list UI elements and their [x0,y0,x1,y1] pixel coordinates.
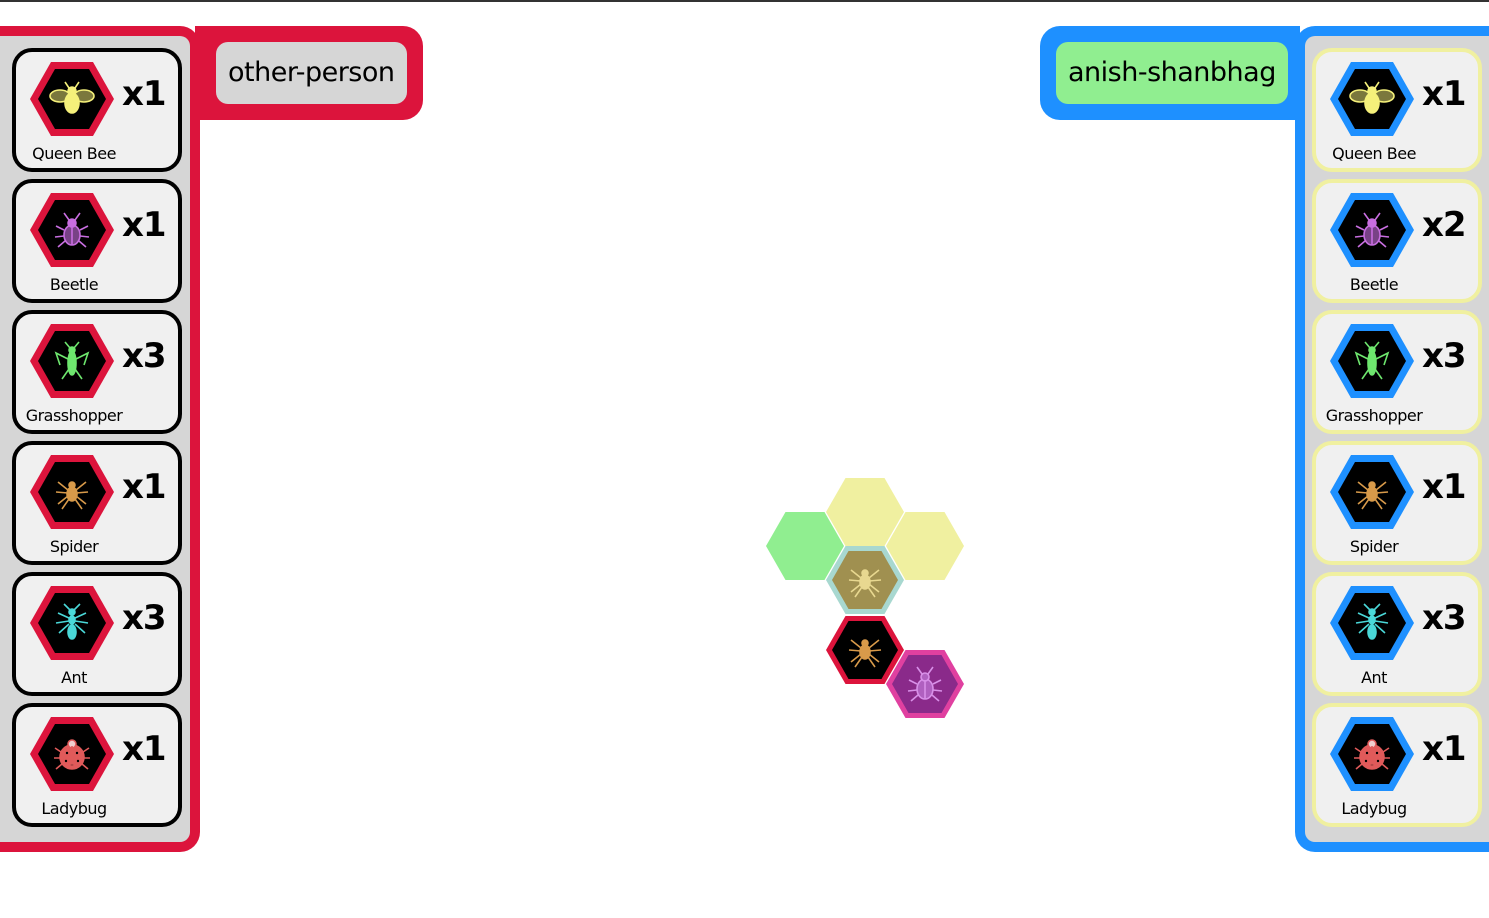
piece-count: x2 [1422,205,1467,245]
piece-card-spider[interactable]: x1 Spider [12,441,182,565]
spider-icon [832,621,898,679]
piece-hex [30,717,114,791]
beetle-icon [892,655,958,713]
piece-label: Ant [61,668,87,687]
top-divider [0,0,1489,2]
piece-card-ladybug[interactable]: x1 Ladybug [1312,703,1482,827]
beetle-icon [38,200,106,260]
player-name-tab-left: other-person [195,26,423,120]
piece-hex [1330,717,1414,791]
piece-card-grasshopper[interactable]: x3 Grasshopper [1312,310,1482,434]
piece-card-beetle[interactable]: x2 Beetle [1312,179,1482,303]
piece-card-ant[interactable]: x3 Ant [1312,572,1482,696]
spider-icon [38,462,106,522]
player-name-left: other-person [216,42,407,104]
ant-icon [38,593,106,653]
piece-label: Grasshopper [25,406,123,425]
piece-card-ant[interactable]: x3 Ant [12,572,182,696]
piece-label: Spider [49,537,99,556]
piece-card-spider[interactable]: x1 Spider [1312,441,1482,565]
piece-count: x1 [1422,467,1467,507]
piece-card-ladybug[interactable]: x1 Ladybug [12,703,182,827]
piece-hex [1330,62,1414,136]
piece-card-grasshopper[interactable]: x3 Grasshopper [12,310,182,434]
piece-count: x1 [122,729,167,769]
spider-icon [832,551,898,609]
grasshopper-icon [38,331,106,391]
piece-card-beetle[interactable]: x1 Beetle [12,179,182,303]
piece-count: x1 [1422,729,1467,769]
piece-count: x1 [1422,74,1467,114]
piece-label: Spider [1349,537,1399,556]
grasshopper-icon [1338,331,1406,391]
piece-label: Grasshopper [1325,406,1423,425]
spider-icon [1338,462,1406,522]
game-board [760,470,970,730]
piece-hex [1330,193,1414,267]
piece-hex [30,62,114,136]
piece-count: x3 [1422,336,1467,376]
piece-hex [30,455,114,529]
piece-hex [30,586,114,660]
piece-label: Beetle [49,275,99,294]
bee-icon [38,69,106,129]
ladybug-icon [38,724,106,784]
piece-hex [30,193,114,267]
piece-card-queen-bee[interactable]: x1 Queen Bee [1312,48,1482,172]
piece-hex [1330,324,1414,398]
piece-label: Queen Bee [32,144,116,163]
piece-hex [30,324,114,398]
piece-count: x1 [122,467,167,507]
piece-count: x3 [122,336,167,376]
piece-hex [1330,455,1414,529]
beetle-icon [1338,200,1406,260]
piece-label: Ant [1361,668,1387,687]
piece-count: x3 [1422,598,1467,638]
piece-card-queen-bee[interactable]: x1 Queen Bee [12,48,182,172]
ladybug-icon [1338,724,1406,784]
piece-count: x1 [122,74,167,114]
piece-label: Ladybug [41,799,107,818]
piece-count: x3 [122,598,167,638]
ant-icon [1338,593,1406,653]
player-name-right: anish-shanbhag [1056,42,1288,104]
piece-label: Ladybug [1341,799,1407,818]
player-name-tab-right: anish-shanbhag [1040,26,1300,120]
piece-label: Queen Bee [1332,144,1416,163]
bee-icon [1338,69,1406,129]
piece-label: Beetle [1349,275,1399,294]
piece-hex [1330,586,1414,660]
piece-count: x1 [122,205,167,245]
